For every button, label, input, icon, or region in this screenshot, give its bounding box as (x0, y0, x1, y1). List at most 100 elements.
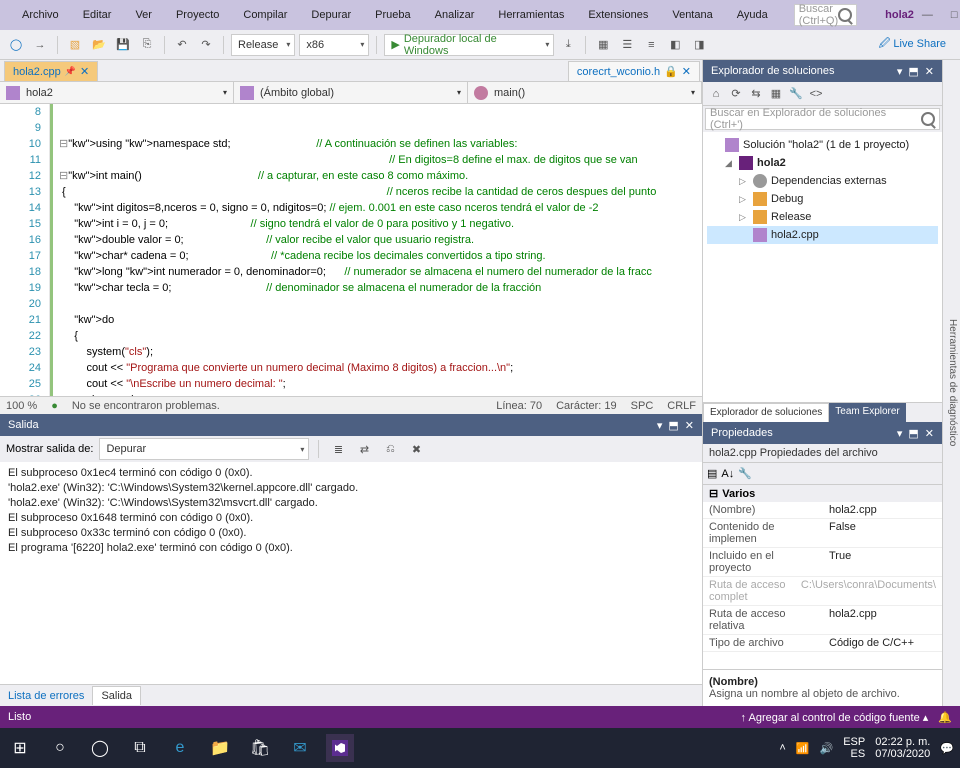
notifications-icon[interactable]: 🔔 (938, 711, 952, 724)
nav-back-button[interactable]: ◯ (6, 35, 26, 55)
quick-search-input[interactable]: Buscar (Ctrl+Q) (794, 4, 857, 26)
step-button[interactable]: ⤓ (558, 35, 578, 55)
source-control-button[interactable]: ↑ Agregar al control de código fuente ▴ (741, 711, 929, 724)
nav-scope-dropdown[interactable]: (Ámbito global) (234, 82, 468, 103)
pane-dropdown-icon[interactable]: ▾ (657, 419, 663, 432)
menu-editar[interactable]: Editar (75, 3, 120, 27)
nav-function-dropdown[interactable]: main() (468, 82, 702, 103)
nav-fwd-button[interactable]: → (30, 35, 50, 55)
prop-cat-icon[interactable]: ▤ (707, 467, 717, 480)
output-clear-button[interactable]: ✖ (406, 439, 426, 459)
tree-release-folder[interactable]: ▷Release (707, 208, 938, 226)
property-row[interactable]: (Nombre)hola2.cpp (703, 502, 942, 519)
tool-a[interactable]: ▦ (593, 35, 613, 55)
taskview-icon[interactable]: ⧉ (126, 734, 154, 762)
taskbar-search-icon[interactable]: ○ (46, 734, 74, 762)
tab-close-icon[interactable]: ✕ (80, 65, 89, 78)
tool-e[interactable]: ◨ (689, 35, 709, 55)
property-row[interactable]: Ruta de acceso relativahola2.cpp (703, 606, 942, 635)
properties-object-label[interactable]: hola2.cpp Propiedades del archivo (703, 444, 942, 463)
live-share-button[interactable]: 🖉 Live Share (879, 35, 954, 54)
menu-ayuda[interactable]: Ayuda (729, 3, 776, 27)
panel-tab-team[interactable]: Team Explorer (829, 403, 905, 422)
pane-pin-icon[interactable]: ⬒ (908, 65, 918, 78)
redo-button[interactable]: ↷ (196, 35, 216, 55)
tray-date[interactable]: 07/03/2020 (875, 748, 930, 760)
output-tool-a[interactable]: ≣ (328, 439, 348, 459)
start-button[interactable]: ⊞ (6, 734, 34, 762)
property-row[interactable]: Tipo de archivoCódigo de C/C++ (703, 635, 942, 652)
vs-taskbar-icon[interactable] (326, 734, 354, 762)
start-debug-button[interactable]: Depurador local de Windows (384, 34, 554, 56)
menu-prueba[interactable]: Prueba (367, 3, 418, 27)
sol-prop-icon[interactable]: 🔧 (787, 87, 805, 100)
tab-corecrt[interactable]: corecrt_wconio.h 🔒 ✕ (568, 61, 700, 81)
sol-showall-icon[interactable]: ▦ (767, 87, 785, 100)
code-area[interactable]: ⊟"kw">using "kw">namespace std; // A con… (50, 104, 702, 396)
output-tool-c[interactable]: ⎌ (380, 439, 400, 459)
sol-home-icon[interactable]: ⌂ (707, 88, 725, 100)
open-button[interactable]: 📂 (89, 35, 109, 55)
maximize-button[interactable]: □ (951, 9, 958, 22)
minimize-button[interactable]: — (922, 9, 933, 22)
tray-expand-icon[interactable]: ˄ (779, 742, 785, 754)
prop-group-varios[interactable]: ⊟Varios (703, 485, 942, 502)
tray-lang2[interactable]: ES (851, 748, 866, 760)
config-dropdown[interactable]: Release (231, 34, 295, 56)
tree-file-hola2[interactable]: hola2.cpp (707, 226, 938, 244)
menu-ventana[interactable]: Ventana (664, 3, 720, 27)
output-from-dropdown[interactable]: Depurar (99, 438, 309, 460)
zoom-label[interactable]: 100 % (6, 400, 37, 412)
sol-sync-icon[interactable]: ⇆ (747, 87, 765, 100)
sol-view-icon[interactable]: <> (807, 88, 825, 100)
menu-compilar[interactable]: Compilar (235, 3, 295, 27)
tool-d[interactable]: ◧ (665, 35, 685, 55)
tree-refs[interactable]: ▷Dependencias externas (707, 172, 938, 190)
new-project-button[interactable]: ▧ (65, 35, 85, 55)
tree-project[interactable]: ◢hola2 (707, 154, 938, 172)
prop-wrench-icon[interactable]: 🔧 (738, 467, 752, 480)
tab-output[interactable]: Salida (92, 686, 141, 705)
property-row[interactable]: Ruta de acceso completC:\Users\conra\Doc… (703, 577, 942, 606)
tab-error-list[interactable]: Lista de errores (0, 687, 92, 705)
pane-pin-icon[interactable]: ⬒ (908, 427, 918, 440)
pane-close-icon[interactable]: ✕ (925, 427, 934, 440)
tray-notifications-icon[interactable]: 💬 (940, 742, 954, 755)
tool-b[interactable]: ☰ (617, 35, 637, 55)
diagnostics-sidebar-tab[interactable]: Herramientas de diagnóstico (942, 60, 960, 706)
tool-c[interactable]: ≡ (641, 35, 661, 55)
sol-refresh-icon[interactable]: ⟳ (727, 87, 745, 100)
menu-ver[interactable]: Ver (127, 3, 160, 27)
menu-analizar[interactable]: Analizar (427, 3, 483, 27)
pane-close-icon[interactable]: ✕ (685, 419, 694, 432)
pane-pin-icon[interactable]: ⬒ (668, 419, 678, 432)
saveall-button[interactable]: ⎘ (137, 35, 157, 55)
code-editor[interactable]: 891011121314151617181920212223242526 ⊟"k… (0, 104, 702, 396)
menu-extensiones[interactable]: Extensiones (580, 3, 656, 27)
property-row[interactable]: Incluido en el proyectoTrue (703, 548, 942, 577)
tab-hola2[interactable]: hola2.cpp 📌 ✕ (4, 61, 98, 81)
solution-tree[interactable]: Solución "hola2" (1 de 1 proyecto) ◢hola… (703, 132, 942, 402)
output-tool-b[interactable]: ⇄ (354, 439, 374, 459)
tree-debug-folder[interactable]: ▷Debug (707, 190, 938, 208)
prop-az-icon[interactable]: A↓ (721, 468, 734, 480)
menu-archivo[interactable]: Archivo (14, 3, 67, 27)
menu-proyecto[interactable]: Proyecto (168, 3, 227, 27)
cortana-icon[interactable]: ◯ (86, 734, 114, 762)
mail-icon[interactable]: ✉ (286, 734, 314, 762)
edge-icon[interactable]: e (166, 734, 194, 762)
menu-herramientas[interactable]: Herramientas (490, 3, 572, 27)
store-icon[interactable]: 🛍 (246, 734, 274, 762)
tree-solution-root[interactable]: Solución "hola2" (1 de 1 proyecto) (707, 136, 938, 154)
pin-icon[interactable]: 📌 (65, 66, 76, 77)
solution-search-input[interactable]: Buscar en Explorador de soluciones (Ctrl… (705, 108, 940, 130)
pane-dropdown-icon[interactable]: ▾ (897, 65, 903, 78)
undo-button[interactable]: ↶ (172, 35, 192, 55)
tray-network-icon[interactable]: 📶 (796, 742, 810, 755)
save-button[interactable]: 💾 (113, 35, 133, 55)
explorer-icon[interactable]: 📁 (206, 734, 234, 762)
panel-tab-solution[interactable]: Explorador de soluciones (703, 403, 829, 422)
output-body[interactable]: El subproceso 0x1ec4 terminó con código … (0, 462, 702, 684)
tray-lang1[interactable]: ESP (843, 736, 865, 748)
tray-time[interactable]: 02:22 p. m. (875, 736, 930, 748)
